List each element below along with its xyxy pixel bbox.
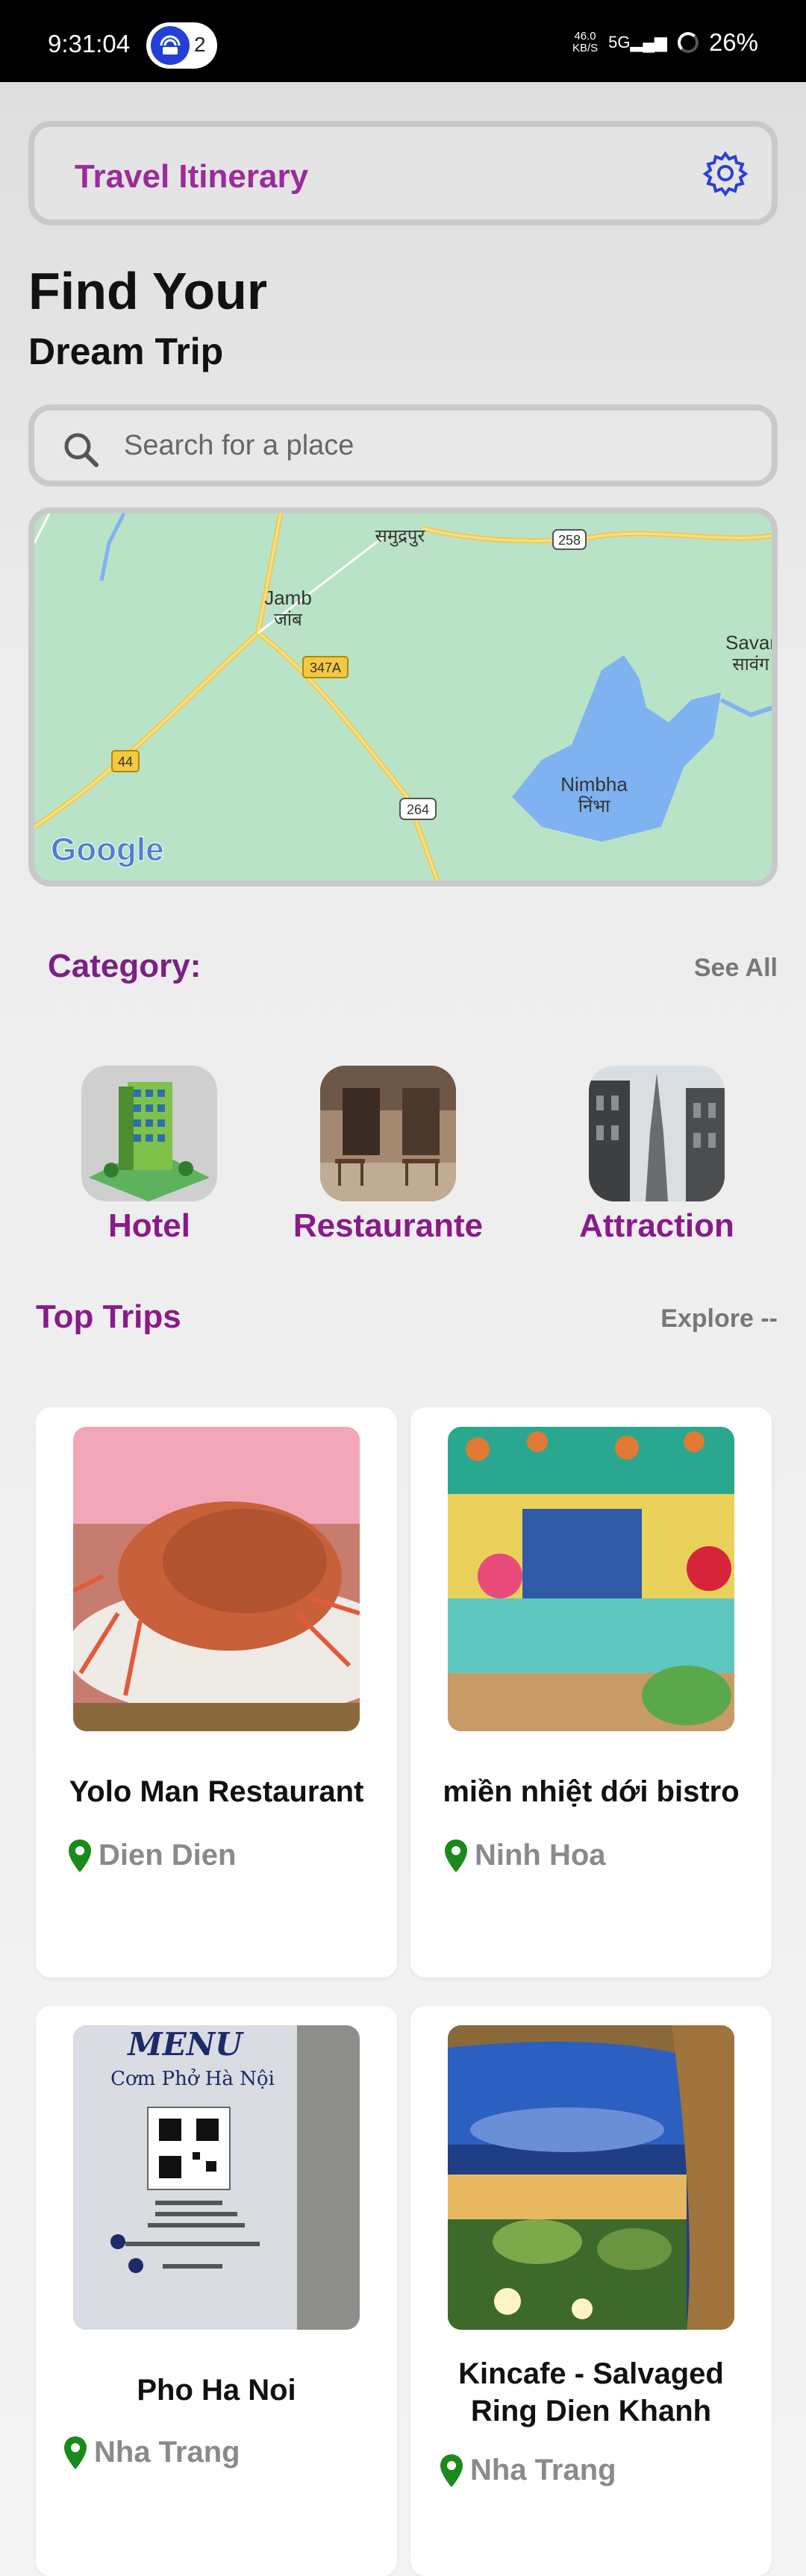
trip-name: Pho Ha Noi: [137, 2374, 296, 2407]
map-label: जांब: [274, 610, 303, 630]
trip-card[interactable]: MENU Cơm Phở Hà Nội Pho Ha Noi Nha Trang: [36, 2006, 397, 2576]
status-bar: 9:31:04 2 46.0 KB/S 5G▂▄▆ 26%: [0, 0, 806, 82]
category-hotel[interactable]: Hotel: [52, 1066, 246, 1245]
restaurant-image: [320, 1066, 456, 1201]
map-label: 264: [407, 802, 429, 817]
map-view[interactable]: 258 347A 44 264 समुद्रपुर Jamb जांब Nimb…: [28, 507, 778, 887]
net-speed: 46.0 KB/S: [572, 31, 598, 54]
trip-location-text: Dien Dien: [99, 1839, 237, 1872]
trip-location: Dien Dien: [69, 1839, 236, 1872]
trip-image: [448, 1427, 734, 1731]
hotspot-icon: [151, 26, 190, 65]
map-label: सावंग: [732, 654, 769, 675]
trip-location: Ninh Hoa: [445, 1839, 606, 1872]
map-label: निंभा: [578, 795, 610, 816]
location-pin-icon: [445, 1839, 467, 1872]
explore-link[interactable]: Explore --: [660, 1304, 778, 1334]
trip-name: miền nhiệt dới bistro: [443, 1775, 740, 1808]
map-label: Savar: [725, 631, 772, 654]
trip-card[interactable]: Kincafe - Salvaged Ring Dien Khanh Nha T…: [410, 2006, 772, 2576]
net-speed-unit: KB/S: [572, 42, 599, 54]
map-label: 44: [118, 754, 133, 769]
hero-subheading: Dream Trip: [28, 331, 224, 372]
trip-card[interactable]: miền nhiệt dới bistro Ninh Hoa: [410, 1407, 772, 1978]
trip-location-text: Nha Trang: [470, 2454, 616, 2486]
location-pin-icon: [69, 1839, 91, 1872]
search-input[interactable]: [124, 425, 736, 466]
trip-image: [73, 1427, 360, 1731]
hero-heading: Find Your: [28, 262, 268, 320]
trip-location-text: Nha Trang: [94, 2436, 240, 2469]
app-header: Travel Itinerary: [28, 121, 778, 225]
gear-icon[interactable]: [702, 149, 749, 197]
menu-photo-title: MENU: [126, 2026, 244, 2063]
see-all-link[interactable]: See All: [694, 954, 778, 983]
signal-icon: 5G▂▄▆: [608, 33, 667, 51]
trip-image: MENU Cơm Phở Hà Nội: [73, 2025, 360, 2330]
category-label: Restaurante: [293, 1207, 484, 1244]
location-pin-icon: [64, 2436, 87, 2469]
trip-image: [448, 2025, 734, 2330]
category-attraction[interactable]: Attraction: [560, 1066, 754, 1245]
location-pin-icon: [440, 2454, 463, 2487]
category-label: Hotel: [108, 1207, 190, 1244]
status-time: 9:31:04: [48, 30, 131, 57]
google-logo: Google: [51, 831, 164, 868]
status-indicators: 46.0 KB/S 5G▂▄▆ 26%: [572, 28, 758, 57]
net-speed-value: 46.0: [574, 30, 596, 43]
battery-icon: [677, 32, 699, 53]
search-icon: [61, 430, 101, 470]
hotel-image: [81, 1066, 217, 1201]
category-heading: Category:: [48, 948, 202, 984]
trip-card[interactable]: Yolo Man Restaurant Dien Dien: [36, 1407, 397, 1978]
attraction-image: [589, 1066, 725, 1201]
category-label: Attraction: [579, 1207, 734, 1244]
trip-name: Kincafe - Salvaged Ring Dien Khanh: [458, 2357, 724, 2427]
trip-location-text: Ninh Hoa: [475, 1839, 606, 1872]
notification-count: 2: [194, 33, 206, 56]
map-label: समुद्रपुर: [375, 526, 426, 547]
map-label: Nimbha: [560, 773, 628, 795]
top-trips-heading: Top Trips: [36, 1298, 181, 1335]
menu-photo-subtitle: Cơm Phở Hà Nội: [110, 2068, 275, 2090]
search-bar[interactable]: [28, 404, 778, 487]
trip-location: Nha Trang: [440, 2454, 616, 2487]
map-canvas: 258 347A 44 264 समुद्रपुर Jamb जांब Nimb…: [34, 513, 772, 881]
battery-percent: 26%: [708, 28, 758, 56]
category-restaurante[interactable]: Restaurante: [291, 1066, 485, 1245]
trip-location: Nha Trang: [64, 2436, 240, 2469]
app-title: Travel Itinerary: [75, 158, 309, 195]
notification-pill[interactable]: 2: [146, 22, 217, 69]
map-label: Jamb: [264, 587, 312, 609]
trip-name: Yolo Man Restaurant: [69, 1775, 364, 1808]
map-label: 347A: [310, 660, 341, 675]
map-label: 258: [558, 533, 581, 548]
signal-label: 5G: [608, 33, 631, 51]
